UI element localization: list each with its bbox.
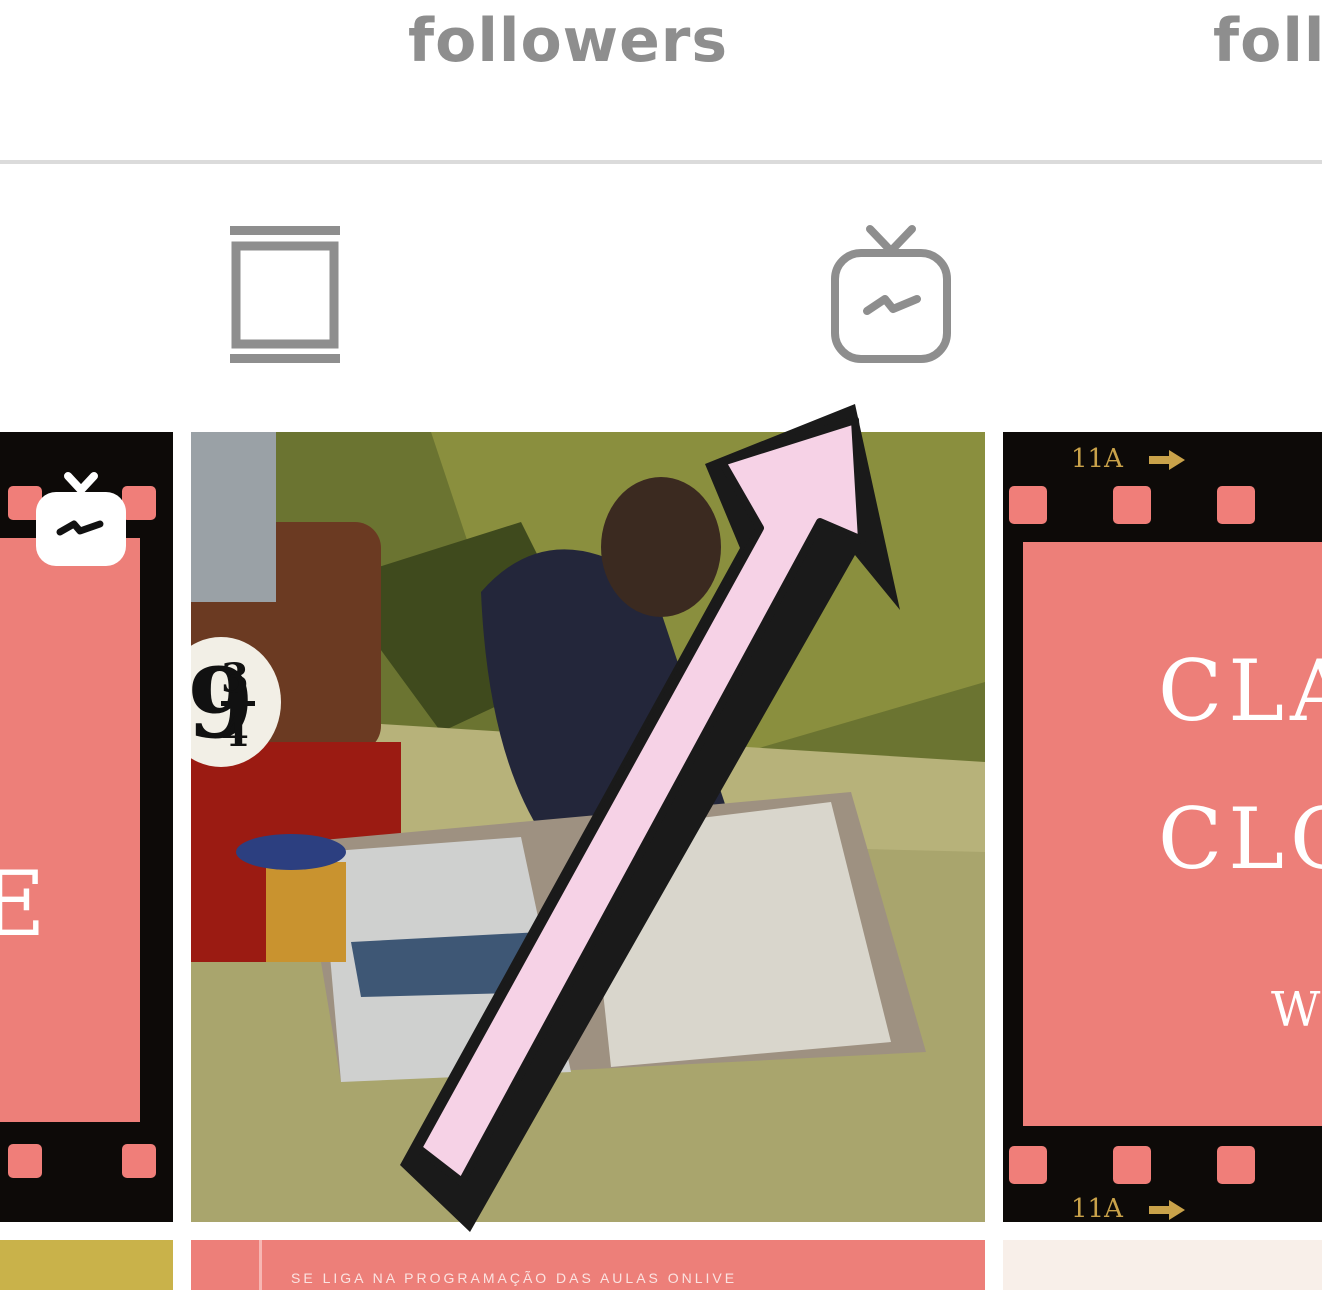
annotation-arrow-icon	[400, 404, 900, 1232]
